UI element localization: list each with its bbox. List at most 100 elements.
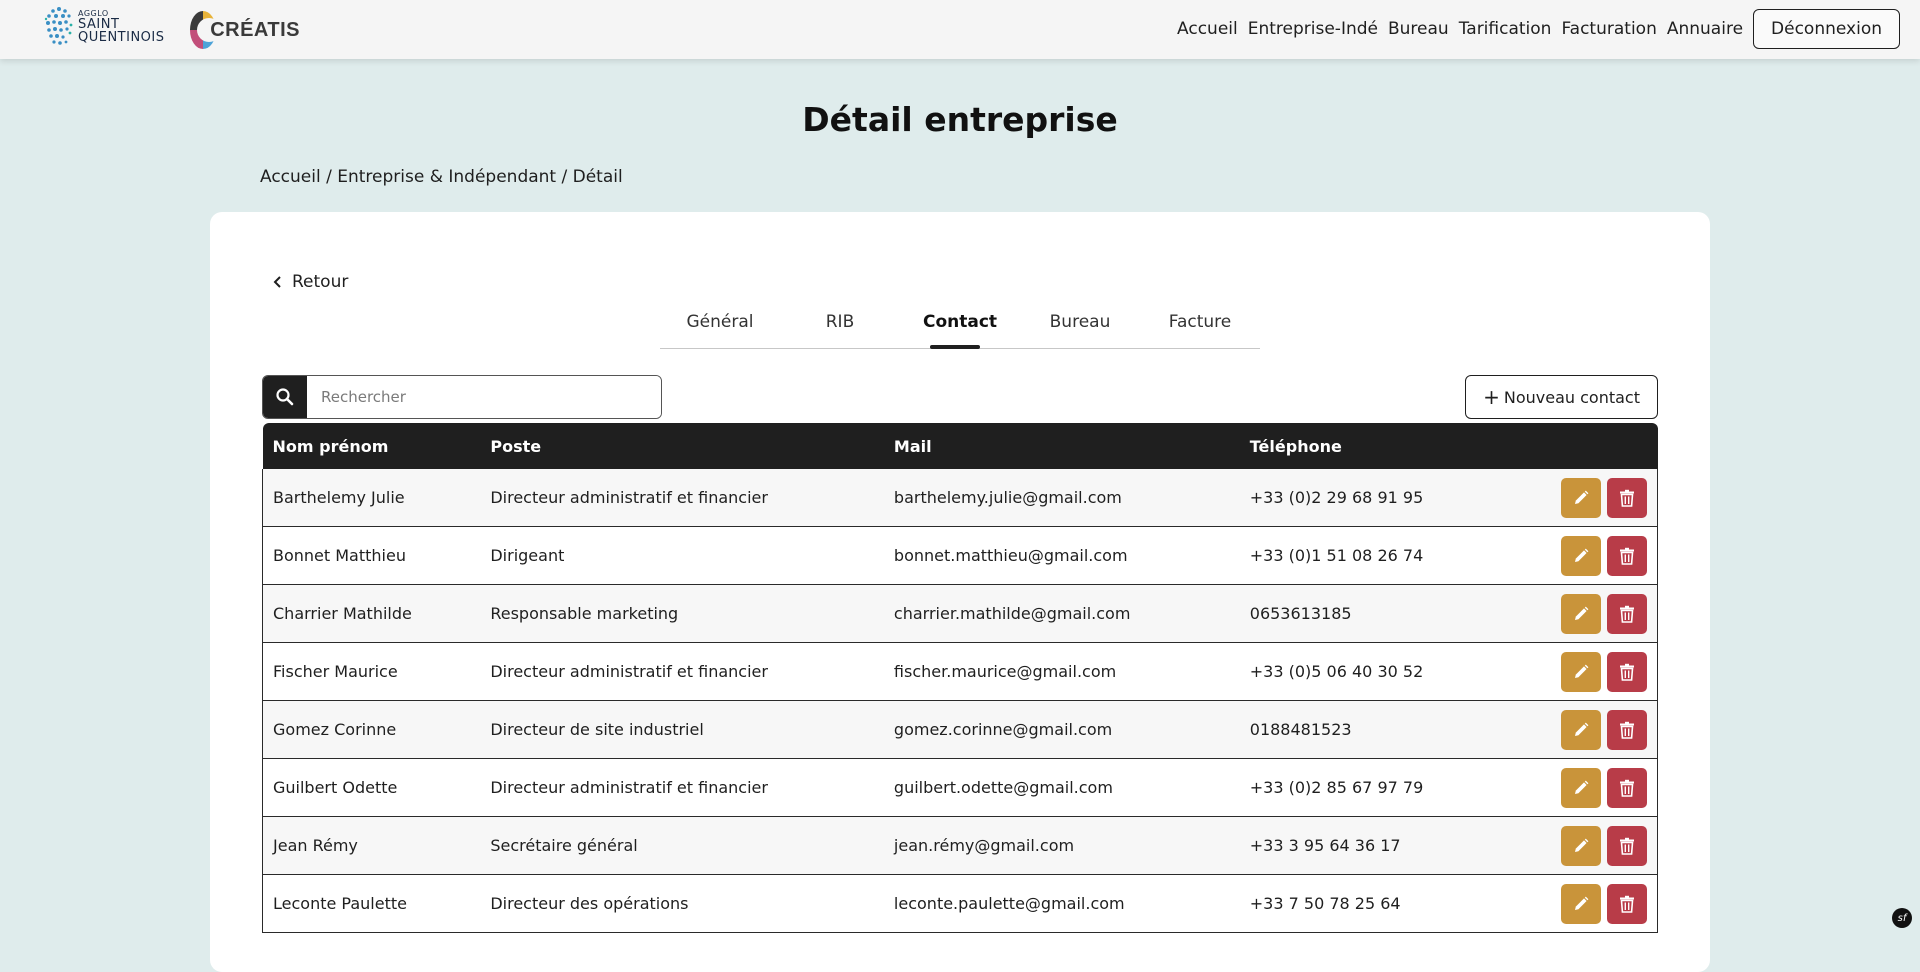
main-nav: Accueil Entreprise-Indé Bureau Tarificat… [1177,9,1900,49]
search-box [262,375,662,419]
cell-telephone: +33 (0)1 51 08 26 74 [1239,526,1480,585]
agglo-logo-line2: QUENTINOIS [78,30,165,45]
page-title: Détail entreprise [802,100,1118,139]
table-row: Jean Rémy Secrétaire général jean.rémy@gma… [262,816,1658,875]
cell-actions [1479,816,1658,875]
symfony-toolbar-icon[interactable]: sf [1892,908,1912,928]
trash-icon [1620,605,1634,623]
cell-nom: Jean Rémy [262,816,481,875]
edit-button[interactable] [1561,709,1601,750]
table-row: Charrier Mathilde Responsable marketing ch… [262,584,1658,643]
cell-actions [1479,874,1658,933]
header-nom[interactable]: Nom prénom [262,423,481,469]
agglo-dots-icon [44,7,73,45]
back-link[interactable]: Retour [272,272,348,292]
trash-icon [1620,779,1634,797]
header-mail[interactable]: Mail [883,423,1240,469]
pencil-icon [1575,838,1589,852]
delete-button[interactable] [1607,593,1647,634]
cell-actions [1479,758,1658,817]
nav-facturation[interactable]: Facturation [1561,19,1656,39]
cell-telephone: +33 (0)2 29 68 91 95 [1239,469,1480,527]
delete-button[interactable] [1607,767,1647,808]
table-row: Bonnet Matthieu Dirigeant bonnet.matthieu@… [262,526,1658,585]
delete-button[interactable] [1607,477,1647,518]
delete-button[interactable] [1607,709,1647,750]
pencil-icon [1575,548,1589,562]
pencil-icon [1575,490,1589,504]
table-body: Barthelemy Julie Directeur administratif … [262,469,1658,933]
trash-icon [1620,489,1634,507]
new-contact-button[interactable]: + Nouveau contact [1465,375,1658,419]
edit-button[interactable] [1561,477,1601,518]
trash-icon [1620,547,1634,565]
cell-nom: Bonnet Matthieu [262,526,481,585]
cell-mail: bonnet.matthieu@gmail.com [883,526,1240,585]
edit-button[interactable] [1561,825,1601,866]
cell-nom: Fischer Maurice [262,642,481,701]
tab-facture[interactable]: Facture [1140,300,1260,348]
header-poste[interactable]: Poste [480,423,884,469]
tab-general[interactable]: Général [660,300,780,348]
cell-poste: Directeur administratif et financier [480,758,884,817]
search-input[interactable] [307,376,661,418]
cell-poste: Directeur administratif et financier [480,469,884,527]
nav-tarification[interactable]: Tarification [1459,19,1552,39]
creatis-logo[interactable]: CRÉATIS [190,10,300,50]
tab-contact[interactable]: Contact [900,300,1020,349]
pencil-icon [1575,606,1589,620]
cell-mail: leconte.paulette@gmail.com [883,874,1240,933]
tab-bureau[interactable]: Bureau [1020,300,1140,348]
contacts-table: Nom prénom Poste Mail Téléphone Barthele… [262,423,1658,933]
cell-poste: Dirigeant [480,526,884,585]
cell-actions [1479,526,1658,585]
tab-rib[interactable]: RIB [780,300,900,348]
delete-button[interactable] [1607,883,1647,924]
cell-telephone: +33 (0)2 85 67 97 79 [1239,758,1480,817]
agglo-logo[interactable]: AGGLO SAINT QUENTINOIS [44,4,166,50]
trash-icon [1620,837,1634,855]
new-contact-label: Nouveau contact [1503,387,1640,407]
cell-telephone: 0653613185 [1239,584,1480,643]
header-telephone[interactable]: Téléphone [1239,423,1480,469]
plus-icon: + [1483,385,1500,409]
search-button[interactable] [263,376,307,418]
breadcrumb[interactable]: Accueil / Entreprise & Indépendant / Dét… [260,167,623,187]
delete-button[interactable] [1607,535,1647,576]
table-row: Guilbert Odette Directeur administratif e… [262,758,1658,817]
delete-button[interactable] [1607,825,1647,866]
table-row: Fischer Maurice Directeur administratif e… [262,642,1658,701]
logout-button[interactable]: Déconnexion [1753,9,1900,49]
nav-entreprise[interactable]: Entreprise-Indé [1248,19,1378,39]
cell-telephone: 0188481523 [1239,700,1480,759]
edit-button[interactable] [1561,883,1601,924]
edit-button[interactable] [1561,767,1601,808]
delete-button[interactable] [1607,651,1647,692]
cell-poste: Responsable marketing [480,584,884,643]
nav-annuaire[interactable]: Annuaire [1667,19,1743,39]
cell-mail: jean.rémy@gmail.com [883,816,1240,875]
cell-telephone: +33 7 50 78 25 64 [1239,874,1480,933]
pencil-icon [1575,722,1589,736]
table-row: Leconte Paulette Directeur des opérations… [262,874,1658,933]
edit-button[interactable] [1561,593,1601,634]
cell-mail: guilbert.odette@gmail.com [883,758,1240,817]
edit-button[interactable] [1561,651,1601,692]
header-actions [1479,423,1658,469]
table-header-row: Nom prénom Poste Mail Téléphone [262,423,1658,469]
table-row: Gomez Corinne Directeur de site industrie… [262,700,1658,759]
chevron-left-icon [273,276,281,288]
table-row: Barthelemy Julie Directeur administratif … [262,469,1658,527]
top-navbar: AGGLO SAINT QUENTINOIS CRÉATIS Accueil E… [0,0,1920,59]
cell-nom: Leconte Paulette [262,874,481,933]
cell-mail: barthelemy.julie@gmail.com [883,469,1240,527]
nav-bureau[interactable]: Bureau [1388,19,1449,39]
creatis-logo-text: CRÉATIS [210,18,300,41]
edit-button[interactable] [1561,535,1601,576]
cell-poste: Directeur administratif et financier [480,642,884,701]
detail-card: Retour Général RIB Contact Bureau Factur… [210,212,1710,972]
nav-accueil[interactable]: Accueil [1177,19,1238,39]
trash-icon [1620,663,1634,681]
search-icon [276,388,294,406]
cell-nom: Guilbert Odette [262,758,481,817]
